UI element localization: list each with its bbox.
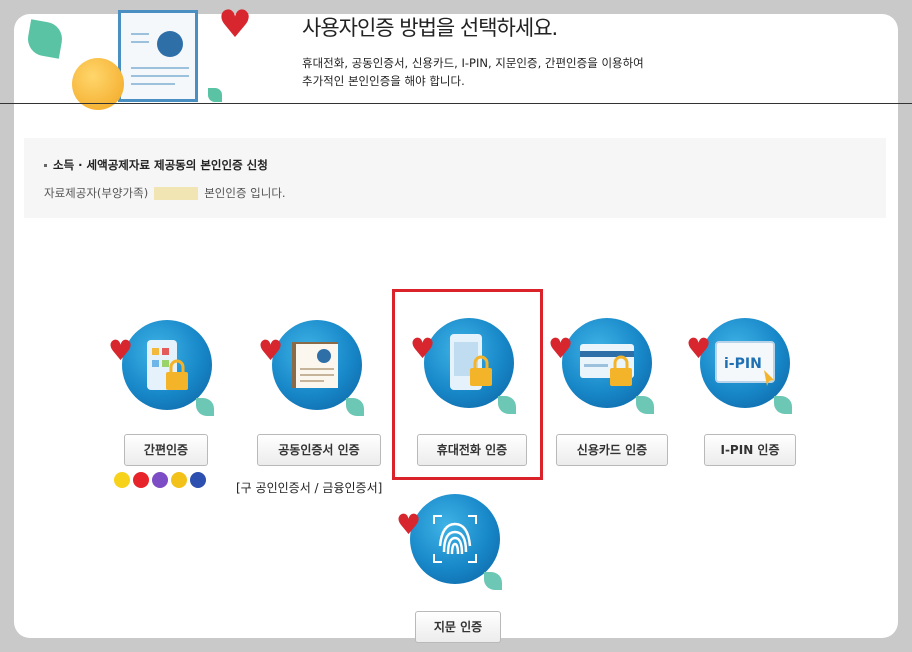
kb-icon — [171, 472, 187, 488]
pass-icon — [152, 472, 168, 488]
info-line: 자료제공자(부양가족) 본인인증 입니다. — [44, 185, 286, 201]
masked-name — [154, 187, 199, 200]
simple-auth-button[interactable]: 간편인증 — [124, 434, 208, 466]
simple-auth-icon[interactable]: ♥ — [108, 320, 214, 416]
fingerprint-icon[interactable]: ♥ — [396, 494, 502, 590]
certificate-auth-button[interactable]: 공동인증서 인증 — [257, 434, 381, 466]
ipin-icon[interactable]: ♥ i-PIN — [686, 318, 792, 414]
certificate-icon[interactable]: ♥ — [258, 320, 364, 416]
svg-text:i-PIN: i-PIN — [724, 356, 762, 372]
description-line-2: 추가적인 본인인증을 해야 합니다. — [302, 74, 465, 88]
divider — [0, 103, 912, 104]
info-title-text: 소득 · 세액공제자료 제공동의 본인인증 신청 — [53, 158, 268, 172]
ipin-auth-button[interactable]: I-PIN 인증 — [704, 434, 796, 466]
fingerprint-auth-button[interactable]: 지문 인증 — [415, 611, 501, 643]
credit-card-icon[interactable]: ♥ — [548, 318, 654, 414]
leaf-icon — [25, 19, 65, 59]
leaf-icon — [208, 88, 222, 102]
samsung-pass-icon — [190, 472, 206, 488]
certificate-note: [구 공인인증서 / 금융인증서] — [236, 481, 383, 495]
info-title: 소득 · 세액공제자료 제공동의 본인인증 신청 — [44, 157, 268, 173]
info-box — [24, 138, 886, 218]
info-line-suffix: 본인인증 입니다. — [204, 186, 286, 200]
header-illustration: ♥ — [20, 2, 260, 110]
credit-card-auth-button[interactable]: 신용카드 인증 — [556, 434, 668, 466]
info-line-prefix: 자료제공자(부양가족) — [44, 186, 149, 200]
document-icon — [118, 10, 198, 102]
selected-method-highlight — [392, 289, 543, 480]
kakao-icon — [114, 472, 130, 488]
description-line-1: 휴대전화, 공동인증서, 신용카드, I-PIN, 지문인증, 간편인증을 이용… — [302, 56, 644, 70]
heart-icon: ♥ — [218, 2, 253, 46]
payco-icon — [133, 472, 149, 488]
page-title: 사용자인증 방법을 선택하세요. — [302, 16, 558, 40]
